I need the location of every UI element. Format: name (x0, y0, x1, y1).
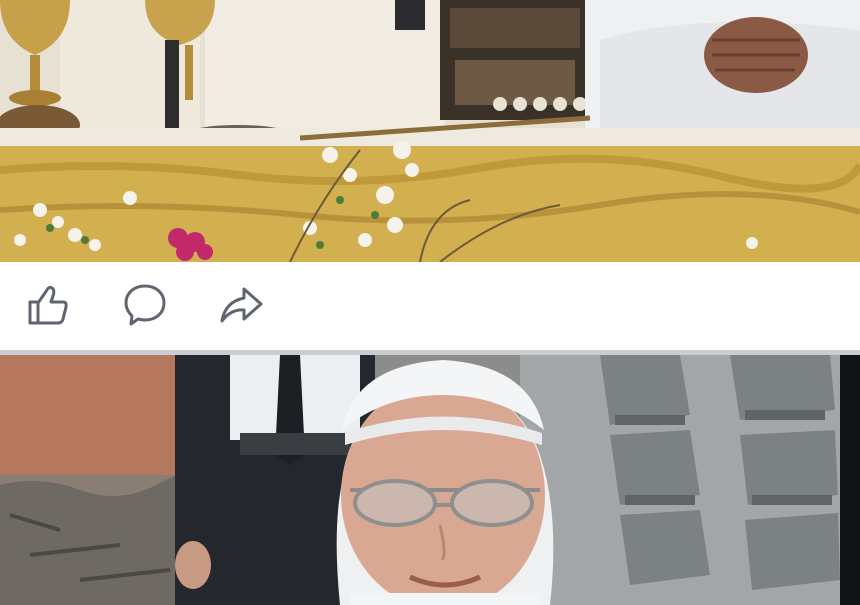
thumbs-up-icon (28, 285, 68, 325)
altar-scene-image (0, 0, 860, 262)
share-arrow-icon (220, 287, 263, 323)
post-photo-altar[interactable] (0, 0, 860, 262)
news-feed (0, 0, 860, 605)
portrait-image (0, 355, 860, 605)
like-button[interactable] (23, 280, 73, 330)
post-photo-portrait[interactable] (0, 355, 860, 605)
comment-button[interactable] (120, 280, 170, 330)
share-button[interactable] (216, 280, 266, 330)
post-action-bar (0, 262, 860, 350)
comment-bubble-icon (124, 284, 166, 326)
